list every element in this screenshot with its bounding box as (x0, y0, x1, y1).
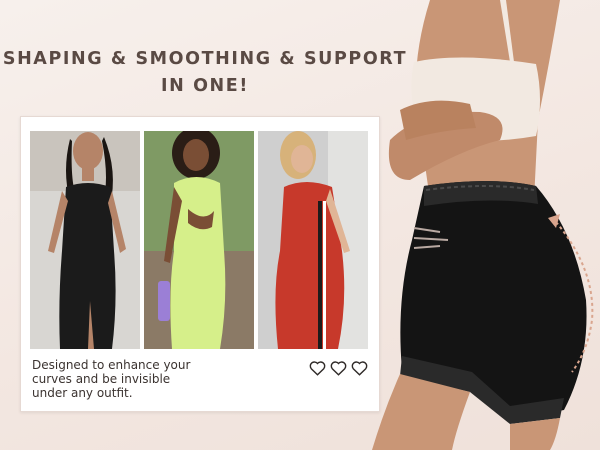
heart-icon[interactable] (330, 360, 347, 376)
outfit-card: Designed to enhance your curves and be i… (20, 116, 380, 412)
photo-black-dress (30, 131, 140, 349)
black-dress-photo-image (30, 131, 140, 349)
caption-line-1: Designed to enhance your (32, 358, 191, 372)
model-shapewear-image (360, 0, 600, 450)
heart-icon[interactable] (309, 360, 326, 376)
card-caption: Designed to enhance your curves and be i… (32, 358, 242, 400)
photo-red-dress (258, 131, 368, 349)
red-dress-photo-image (258, 131, 368, 349)
caption-line-2: curves and be invisible (32, 372, 171, 386)
headline-line-2: IN ONE! (161, 76, 249, 96)
shapewear-figure (372, 0, 594, 450)
caption-line-3: under any outfit. (32, 386, 133, 400)
lime-dress-photo-image (144, 131, 254, 349)
photo-lime-dress (144, 131, 254, 349)
headline: SHAPING & SMOOTHING & SUPPORT IN ONE! (0, 46, 410, 100)
headline-line-1: SHAPING & SMOOTHING & SUPPORT (2, 49, 408, 69)
